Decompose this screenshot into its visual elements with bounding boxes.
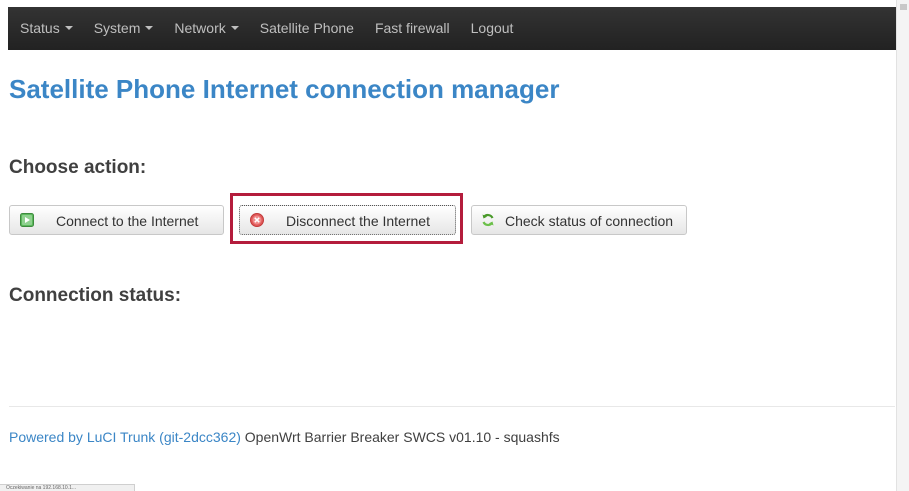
nav-item-fast-firewall[interactable]: Fast firewall [375, 20, 450, 36]
page-title: Satellite Phone Internet connection mana… [9, 74, 560, 104]
luci-link[interactable]: Powered by LuCI Trunk (git-2dcc362) [9, 429, 241, 445]
check-status-button-label: Check status of connection [505, 213, 674, 229]
connect-button-label: Connect to the Internet [56, 213, 199, 229]
footer-divider [9, 406, 895, 407]
vertical-scrollbar[interactable] [896, 0, 909, 491]
scrollbar-thumb[interactable] [900, 4, 907, 10]
check-status-button[interactable]: Check status of connection [471, 205, 687, 235]
nav-menu: Status System Network Satellite Phone Fa… [20, 20, 534, 36]
disconnect-button[interactable]: Disconnect the Internet [239, 205, 456, 235]
disconnect-button-label: Disconnect the Internet [286, 213, 430, 229]
caret-down-icon [145, 26, 154, 31]
nav-item-network[interactable]: Network [174, 20, 239, 36]
footer: Powered by LuCI Trunk (git-2dcc362) Open… [9, 429, 560, 445]
caret-down-icon [230, 26, 239, 31]
connect-button[interactable]: Connect to the Internet [9, 205, 224, 235]
nav-item-status[interactable]: Status [20, 20, 73, 36]
stop-circle-icon [250, 213, 264, 227]
caret-down-icon [64, 26, 73, 31]
choose-action-heading: Choose action: [9, 157, 147, 178]
browser-status-bar: Oczekiwanie na 192.168.10.1... [0, 484, 135, 491]
refresh-icon [481, 213, 495, 227]
play-icon [20, 213, 34, 227]
connection-status-heading: Connection status: [9, 285, 182, 306]
footer-text: OpenWrt Barrier Breaker SWCS v01.10 - sq… [240, 429, 560, 445]
nav-item-satellite-phone[interactable]: Satellite Phone [260, 20, 354, 36]
nav-item-system[interactable]: System [94, 20, 154, 36]
top-navbar: Status System Network Satellite Phone Fa… [8, 7, 897, 50]
nav-item-logout[interactable]: Logout [471, 20, 514, 36]
